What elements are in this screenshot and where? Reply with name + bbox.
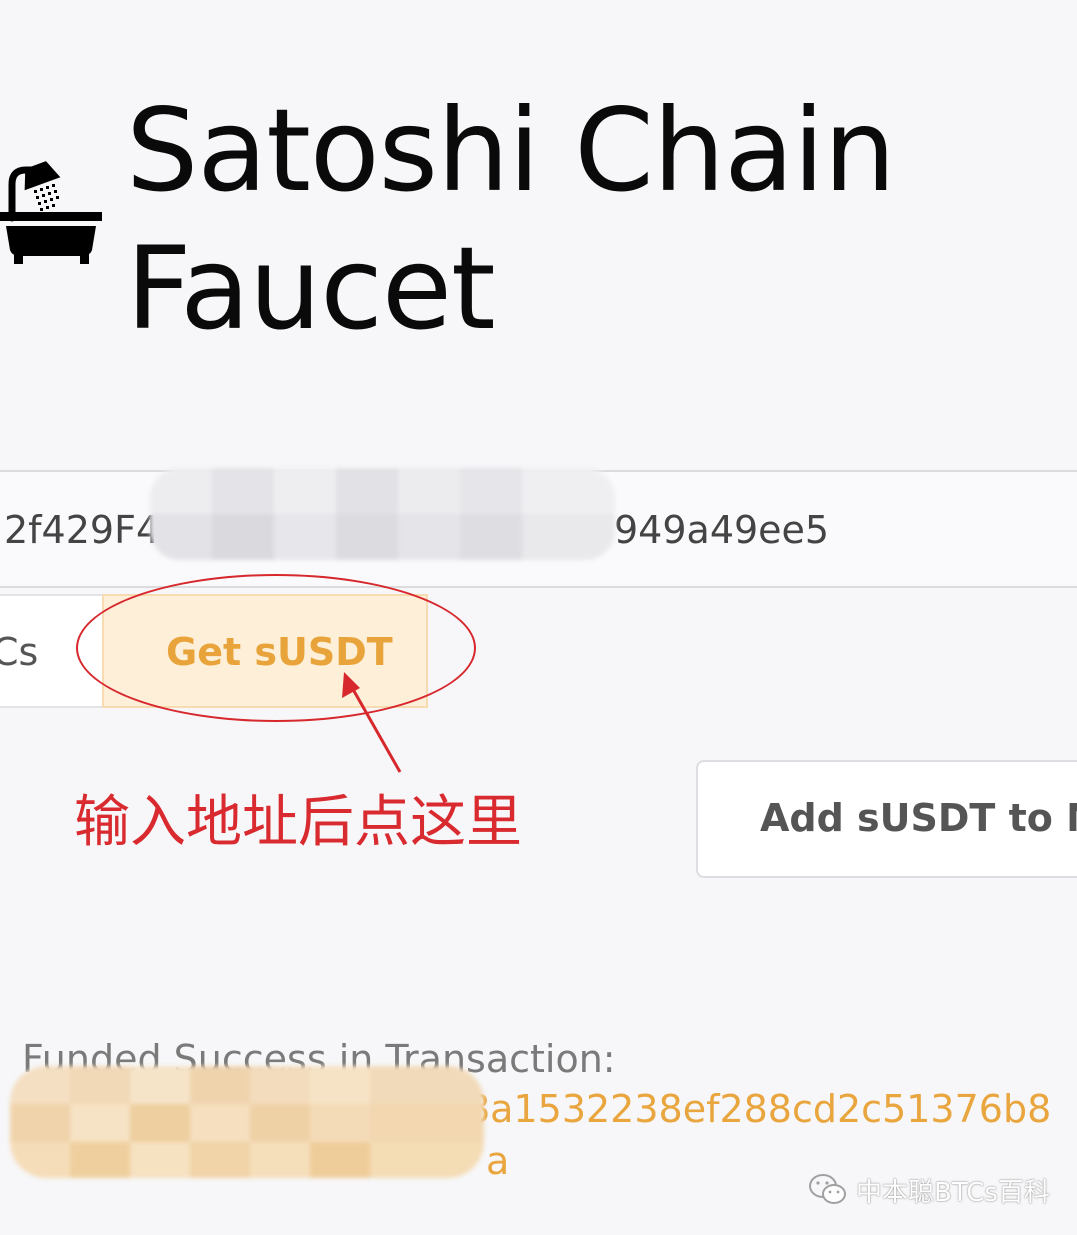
watermark-text: 中本聪BTCs百科: [856, 1177, 1050, 1208]
page-title: Satoshi Chain Faucet: [126, 82, 896, 358]
tab-get-susdt[interactable]: Get sUSDT: [102, 594, 428, 708]
tab-get-btcs[interactable]: Cs: [0, 594, 102, 708]
annotation-text: 输入地址后点这里: [74, 790, 522, 855]
tab-label: Cs: [0, 630, 39, 674]
page-title-line1: Satoshi Chain: [126, 84, 896, 217]
wechat-icon: [809, 1174, 846, 1204]
add-button-label: Add sUSDT to Me: [760, 796, 1077, 840]
tab-label: Get sUSDT: [166, 630, 393, 674]
address-visible-suffix: 949a49ee5: [614, 508, 830, 552]
address-visible-prefix: 2f429F4: [4, 508, 161, 552]
transaction-hash-link[interactable]: 8a1532238ef288cd2c51376b8: [466, 1086, 1051, 1132]
address-redaction-mosaic: [150, 468, 615, 560]
add-susdt-to-metamask-button[interactable]: Add sUSDT to Me: [696, 760, 1077, 878]
page-title-line2: Faucet: [126, 222, 496, 355]
watermark: 中本聪BTCs百科: [808, 1170, 1050, 1210]
transaction-redaction-mosaic: [10, 1066, 484, 1178]
transaction-hash-link-end[interactable]: a: [486, 1138, 509, 1184]
bathtub-shower-icon: [0, 161, 102, 264]
